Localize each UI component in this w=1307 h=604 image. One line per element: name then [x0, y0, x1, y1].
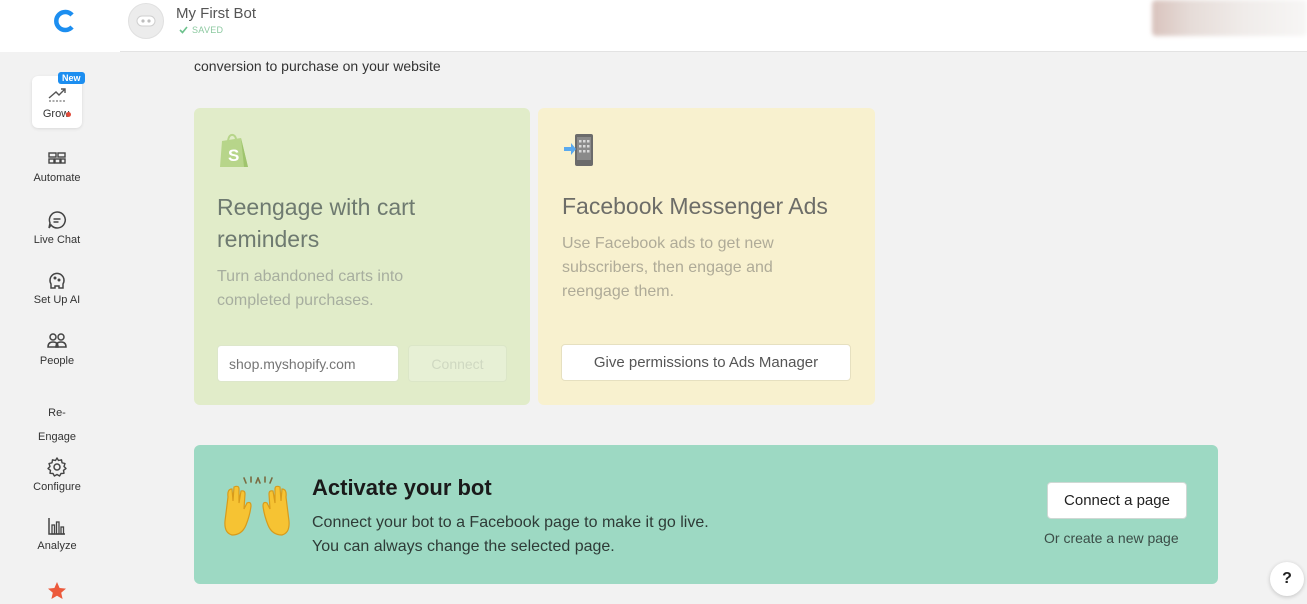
- saved-status: SAVED: [179, 25, 223, 35]
- chat-bubble-icon: [48, 211, 66, 229]
- bar-chart-icon: [48, 518, 65, 535]
- sidebar-item-live-chat[interactable]: Live Chat: [12, 209, 102, 246]
- sidebar-item-label: Automate: [33, 172, 81, 184]
- card-title-line-1: Reengage with cart: [217, 194, 416, 220]
- connect-page-button[interactable]: Connect a page: [1047, 482, 1187, 519]
- sidebar-item-set-up-ai[interactable]: Set Up AI: [12, 269, 102, 306]
- new-badge: New: [58, 72, 85, 84]
- card-desc-line-2: subscribers, then engage and: [562, 259, 773, 276]
- user-profile[interactable]: [1152, 0, 1307, 36]
- people-icon: [47, 333, 67, 348]
- sidebar-item-reengage[interactable]: Re- Engage: [12, 401, 102, 449]
- phone-messenger-icon: [564, 134, 593, 166]
- activate-title: Activate your bot: [312, 475, 492, 500]
- messenger-ads-card: Facebook Messenger Ads Use Facebook ads …: [538, 108, 875, 405]
- blocks-icon: [48, 152, 66, 164]
- sidebar-item-automate[interactable]: Automate: [12, 147, 102, 184]
- star-icon: [48, 582, 66, 599]
- card-title-line-2: reminders: [217, 226, 320, 252]
- gear-icon: [47, 457, 67, 477]
- shopify-connect-button[interactable]: Connect: [408, 345, 507, 382]
- ads-manager-permissions-button[interactable]: Give permissions to Ads Manager: [561, 344, 851, 381]
- activate-bot-banner: Activate your bot Connect your bot to a …: [194, 445, 1218, 584]
- sidebar-item-star[interactable]: [12, 580, 102, 604]
- shopify-bag-icon: S: [220, 133, 248, 167]
- bot-icon: [136, 15, 156, 27]
- intro-text: conversion to purchase on your website: [194, 58, 441, 74]
- svg-text:S: S: [228, 146, 239, 165]
- header-bar: [120, 0, 1307, 52]
- sidebar-item-label: Set Up AI: [33, 294, 81, 306]
- card-desc-line-2: completed purchases.: [217, 292, 374, 309]
- card-title: Facebook Messenger Ads: [562, 193, 828, 219]
- raised-hands-icon: [224, 476, 290, 536]
- sidebar-item-label: Live Chat: [33, 234, 81, 246]
- activate-description: Connect your bot to a Facebook page to m…: [312, 511, 709, 559]
- ai-brain-icon: [49, 272, 65, 289]
- sidebar-item-configure[interactable]: Configure: [12, 456, 102, 493]
- sidebar-item-label: Analyze: [37, 540, 77, 552]
- create-new-page-link[interactable]: Or create a new page: [1044, 530, 1179, 546]
- sidebar-item-label: People: [39, 355, 75, 367]
- notification-dot: [66, 112, 72, 117]
- sidebar-item-label: Configure: [33, 481, 81, 493]
- help-button[interactable]: ?: [1270, 562, 1304, 596]
- shop-domain-input[interactable]: [217, 345, 399, 382]
- activate-desc-line-1: Connect your bot to a Facebook page to m…: [312, 514, 709, 531]
- saved-label: SAVED: [192, 25, 224, 35]
- card-desc-line-3: reengage them.: [562, 283, 675, 300]
- check-icon: [179, 26, 188, 34]
- card-desc-line-1: Turn abandoned carts into: [217, 268, 404, 285]
- bot-avatar[interactable]: [128, 3, 164, 39]
- activate-desc-line-2: You can always change the selected page.: [312, 538, 615, 555]
- sidebar-item-people[interactable]: People: [12, 330, 102, 367]
- trending-up-icon: [48, 88, 66, 102]
- card-desc-line-1: Use Facebook ads to get new: [562, 235, 774, 252]
- sidebar-item-analyze[interactable]: Analyze: [12, 515, 102, 552]
- sidebar-item-label-2: Engage: [38, 431, 76, 443]
- sidebar-item-label: Re-: [48, 407, 66, 419]
- cart-reminders-card: S Reengage with cart reminders Turn aban…: [194, 108, 530, 405]
- bot-name[interactable]: My First Bot: [176, 5, 256, 22]
- logo-icon[interactable]: [52, 8, 78, 34]
